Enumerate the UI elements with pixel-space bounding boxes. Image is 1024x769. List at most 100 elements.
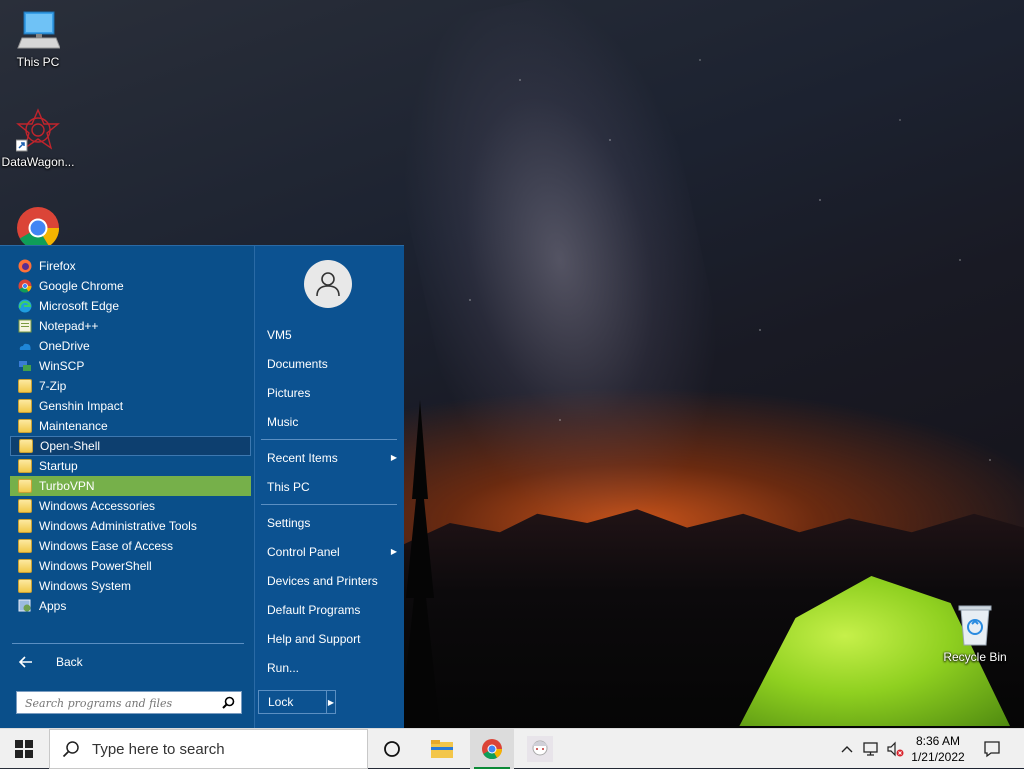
recycle-bin-icon [953,603,997,647]
start-button[interactable] [2,729,46,769]
apps-icon [18,599,31,612]
program-item-firefox[interactable]: Firefox [10,256,251,276]
folder-icon [18,499,32,513]
arrow-left-icon [18,656,32,668]
back-button[interactable]: Back [18,652,83,672]
link-run[interactable]: Run... [267,661,299,675]
lock-options-arrow-icon[interactable]: ▶ [327,698,335,707]
programs-divider [12,643,244,644]
link-recent-items[interactable]: Recent Items ▶ [267,451,397,465]
action-center-button[interactable] [970,729,1014,769]
taskbar: Type here to search 8:36 AM 1/21/2022 [0,728,1024,769]
wallpaper-tree [400,400,440,730]
cortana-button[interactable] [370,729,414,769]
network-icon [863,742,878,756]
program-item-onedrive[interactable]: OneDrive [10,336,251,356]
user-icon [316,272,340,297]
show-hidden-icons-button[interactable] [836,729,858,769]
program-item-winscp[interactable]: WinSCP [10,356,251,376]
clock-time: 8:36 AM [915,734,961,748]
desktop-icon-chrome[interactable] [0,206,76,246]
search-icon[interactable] [222,696,235,709]
user-name-link[interactable]: VM5 [267,328,292,342]
folder-icon [18,539,32,553]
link-help-support[interactable]: Help and Support [267,632,360,646]
notification-icon [984,741,1000,758]
start-menu-programs-pane: Firefox Google Chrome Microsoft Edge Not… [0,246,254,729]
network-tray-button[interactable] [860,729,882,769]
desktop-icon-recycle-bin[interactable]: Recycle Bin [937,603,1013,664]
taskbar-chrome[interactable] [470,729,514,769]
program-item-maintenance[interactable]: Maintenance [10,416,251,436]
volume-tray-button[interactable] [884,729,906,769]
folder-icon [18,479,32,493]
chrome-icon [482,739,503,760]
edge-icon [18,299,32,313]
start-search-box[interactable] [16,691,242,714]
start-search-input[interactable] [23,693,217,714]
taskbar-clock[interactable]: 8:36 AM 1/21/2022 [910,733,966,765]
link-music[interactable]: Music [267,415,298,429]
program-item-windows-system[interactable]: Windows System [10,576,251,596]
submenu-arrow-icon: ▶ [390,547,397,556]
link-settings[interactable]: Settings [267,516,310,530]
desktop-icon-label: DataWagon... [1,155,75,169]
program-item-microsoft-edge[interactable]: Microsoft Edge [10,296,251,316]
link-pictures[interactable]: Pictures [267,386,310,400]
program-item-notepadpp[interactable]: Notepad++ [10,316,251,336]
program-item-google-chrome[interactable]: Google Chrome [10,276,251,296]
places-divider [261,504,397,505]
taskbar-file-explorer[interactable] [420,729,464,769]
clock-date: 1/21/2022 [911,750,965,764]
program-item-open-shell[interactable]: Open-Shell [10,436,251,456]
program-item-apps[interactable]: Apps [10,596,251,616]
folder-icon [18,419,32,433]
search-icon [62,741,79,758]
user-avatar[interactable] [304,260,352,308]
firefox-icon [18,259,32,273]
program-item-windows-accessories[interactable]: Windows Accessories [10,496,251,516]
wallpaper-mountains [400,509,1024,730]
folder-icon [18,459,32,473]
places-divider [261,439,397,440]
chrome-icon [18,279,32,293]
desktop-icon-label: This PC [16,55,60,69]
taskbar-search-text: Type here to search [92,740,225,758]
program-item-7zip[interactable]: 7-Zip [10,376,251,396]
start-menu: Firefox Google Chrome Microsoft Edge Not… [0,245,404,729]
taskbar-search-box[interactable]: Type here to search [49,729,368,769]
cortana-icon [384,741,400,757]
link-default-programs[interactable]: Default Programs [267,603,360,617]
program-item-windows-powershell[interactable]: Windows PowerShell [10,556,251,576]
chevron-up-icon [841,746,853,753]
program-item-windows-ease-of-access[interactable]: Windows Ease of Access [10,536,251,556]
windows-logo-icon [15,740,33,758]
link-control-panel[interactable]: Control Panel ▶ [267,545,397,559]
program-item-genshin-impact[interactable]: Genshin Impact [10,396,251,416]
program-item-turbovpn[interactable]: TurboVPN [10,476,251,496]
folder-icon [18,519,32,533]
chrome-icon [16,206,60,246]
folder-icon [18,399,32,413]
lock-button[interactable]: Lock ▶ [258,690,336,714]
program-item-startup[interactable]: Startup [10,456,251,476]
link-this-pc[interactable]: This PC [267,480,310,494]
program-item-windows-administrative-tools[interactable]: Windows Administrative Tools [10,516,251,536]
notepadpp-icon [18,319,32,333]
wallpaper-milky-way [369,0,751,544]
desktop-icon-this-pc[interactable]: This PC [0,8,76,69]
game-character-icon [527,736,553,762]
link-devices-printers[interactable]: Devices and Printers [267,574,378,588]
link-documents[interactable]: Documents [267,357,328,371]
taskbar-game-app[interactable] [518,729,562,769]
onedrive-icon [19,343,31,350]
computer-icon [16,8,61,52]
file-explorer-icon [431,740,453,758]
desktop-icon-datawagon[interactable]: DataWagon... [0,108,76,169]
folder-icon [18,379,32,393]
folder-icon [18,559,32,573]
folder-icon [18,579,32,593]
desktop-icon-label: Recycle Bin [943,650,1007,664]
folder-icon [19,439,33,453]
submenu-arrow-icon: ▶ [390,453,397,462]
